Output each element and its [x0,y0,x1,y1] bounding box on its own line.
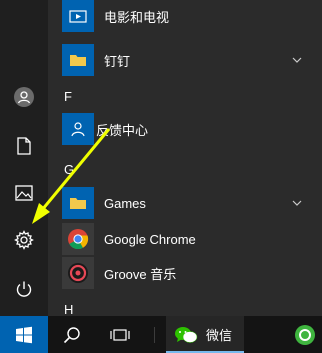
pictures-button[interactable] [0,173,48,213]
section-header-f[interactable]: F [64,89,72,104]
settings-gear-icon [14,230,34,250]
app-label: 反馈中心 [96,122,149,138]
user-avatar[interactable] [0,77,48,117]
start-button[interactable] [0,316,48,353]
search-icon [63,326,80,343]
groove-music-icon [68,263,88,283]
app-item-groove[interactable]: Groove 音乐 [62,256,322,290]
app-label: Games [104,195,146,211]
app-label: 电影和电视 [104,9,170,25]
app-item-dingtalk[interactable]: 钉钉 [62,40,322,80]
app-item-games[interactable]: Games [62,186,322,220]
app-label: Groove 音乐 [104,266,177,282]
settings-button[interactable] [0,220,48,260]
app-item-feedback[interactable]: 反馈中心 [62,111,322,147]
document-icon [17,137,31,155]
chevron-down-icon[interactable] [292,57,302,63]
wechat-label: 微信 [206,328,233,343]
folder-icon [70,198,86,209]
wechat-taskbar-item[interactable]: 微信 [166,316,244,353]
feedback-person-icon [71,122,85,137]
chevron-down-icon[interactable] [292,200,302,206]
documents-button[interactable] [0,126,48,166]
start-rail [0,0,48,316]
windows-logo-icon [16,326,32,343]
chrome-tile [62,223,94,255]
pinned-app-button[interactable] [294,316,322,353]
pictures-icon [15,185,33,201]
section-header-h[interactable]: H [64,302,73,317]
dingtalk-tile [62,44,94,76]
groove-tile [62,257,94,289]
power-button[interactable] [0,269,48,309]
games-tile [62,187,94,219]
chrome-icon [68,229,89,250]
app-item-movies[interactable]: 电影和电视 [62,0,322,40]
taskbar: 微信 [0,316,322,353]
movie-icon [69,10,87,23]
app-list: 电影和电视 钉钉 F 反馈中心 G Games Google Chrome Gr… [48,0,322,317]
app-item-chrome[interactable]: Google Chrome [62,222,322,256]
task-view-button[interactable] [98,316,142,353]
task-view-icon [110,328,130,341]
wechat-icon [175,326,198,343]
green-app-icon [295,324,315,345]
search-button[interactable] [50,316,94,353]
app-label: 钉钉 [104,53,131,69]
user-icon [14,87,34,107]
taskbar-divider [152,316,156,353]
power-icon [16,281,32,297]
folder-icon [70,55,86,66]
section-header-g[interactable]: G [64,162,74,177]
movies-tile [62,0,94,32]
app-label: Google Chrome [104,231,196,247]
feedback-tile [62,113,94,145]
